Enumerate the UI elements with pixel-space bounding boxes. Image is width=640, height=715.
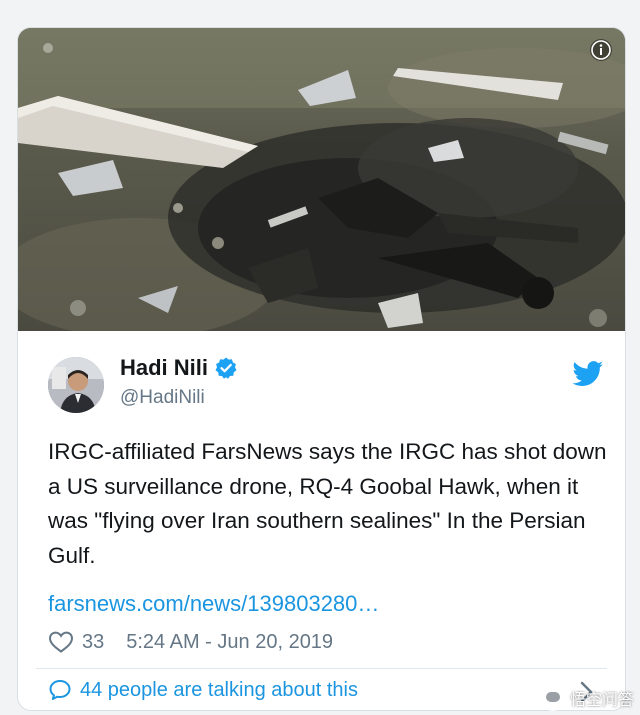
talking-count-text[interactable]: 44 people are talking about this [80,679,358,702]
tweet-text: IRGC-affiliated FarsNews says the IRGC h… [48,439,607,568]
watermark: 悟空问答 [539,685,634,711]
embedded-tweet-card[interactable]: Hadi Nili @HadiNili IRGC-affiliated Fars… [17,27,626,711]
author-name-text[interactable]: Hadi Nili [120,355,208,381]
watermark-logo-icon [539,685,566,711]
author-name[interactable]: Hadi Nili [120,355,238,381]
chat-bubble-icon [49,680,71,700]
tweet-photo-drone-wreckage[interactable] [18,28,625,331]
tweet-link[interactable]: farsnews.com/news/139803280… [48,591,379,617]
avatar-photo [48,357,104,413]
tweet-timestamp[interactable]: 5:24 AM - Jun 20, 2019 [126,631,333,654]
tweet-author[interactable]: Hadi Nili @HadiNili [48,351,608,421]
like-count[interactable]: 33 [82,631,104,654]
tweet-meta: 33 5:24 AM - Jun 20, 2019 [48,630,333,654]
avatar[interactable] [48,357,104,413]
info-icon[interactable] [589,38,613,62]
author-handle[interactable]: @HadiNili [120,387,205,409]
divider [36,668,607,669]
heart-icon[interactable] [48,630,74,654]
verified-badge-icon [215,357,237,379]
twitter-bird-icon[interactable] [572,361,604,387]
wreckage-photo [18,28,625,331]
watermark-text: 悟空问答 [569,692,634,709]
conversation-link[interactable]: 44 people are talking about this [48,678,358,702]
